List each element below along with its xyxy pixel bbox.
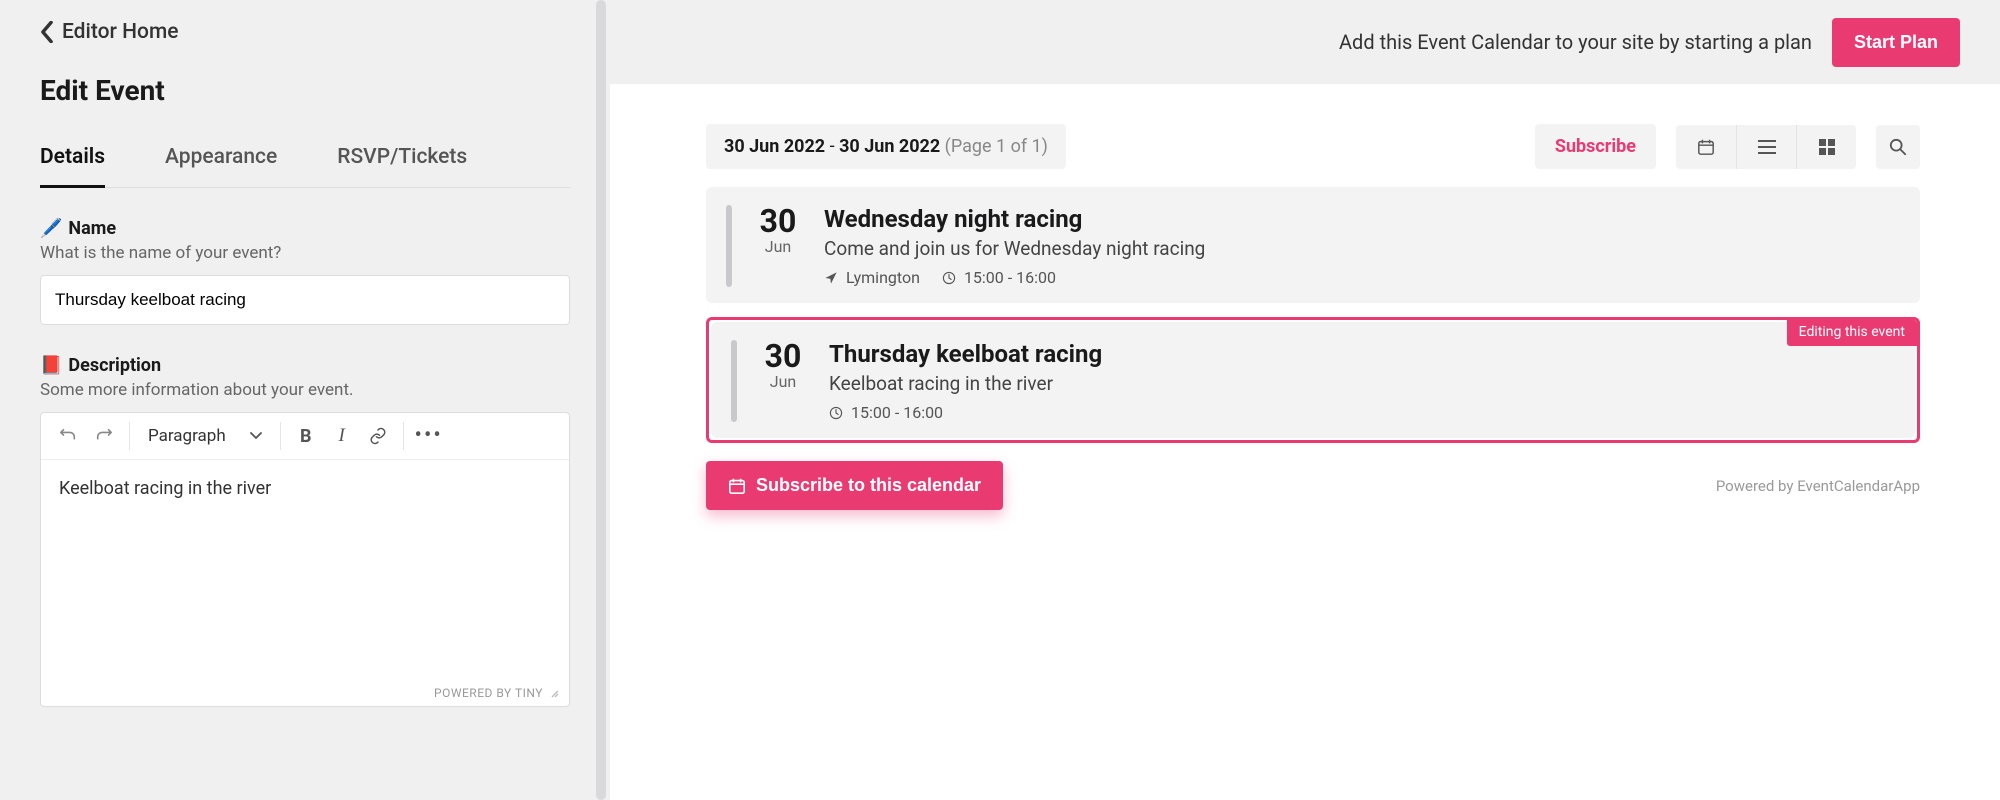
event-color-bar — [726, 205, 732, 287]
description-help: Some more information about your event. — [40, 380, 570, 400]
book-icon: 📕 — [40, 355, 62, 376]
event-location: Lymington — [824, 268, 920, 287]
calendar-view-button[interactable] — [1676, 125, 1736, 169]
name-input[interactable] — [40, 275, 570, 325]
page-info: (Page 1 of 1) — [945, 136, 1048, 157]
main-area: Add this Event Calendar to your site by … — [610, 0, 2000, 800]
pencil-icon: 🖊️ — [40, 218, 62, 239]
bold-button[interactable]: B — [289, 419, 323, 453]
date-range: 30 Jun 2022 - 30 Jun 2022 (Page 1 of 1) — [706, 124, 1066, 169]
resize-handle-icon[interactable] — [549, 688, 559, 698]
event-description: Come and join us for Wednesday night rac… — [824, 237, 1900, 260]
editor-sidebar: Editor Home Edit Event Details Appearanc… — [0, 0, 610, 800]
view-switcher — [1676, 125, 1856, 169]
name-label: Name — [68, 218, 116, 239]
event-time: 15:00 - 16:00 — [942, 268, 1056, 287]
tab-details[interactable]: Details — [40, 135, 105, 188]
back-to-editor-home[interactable]: Editor Home — [40, 20, 570, 44]
editor-toolbar: Paragraph B I ••• — [41, 413, 569, 460]
page-title: Edit Event — [40, 74, 570, 107]
tab-appearance[interactable]: Appearance — [165, 135, 277, 187]
location-icon — [824, 271, 838, 285]
event-description: Keelboat racing in the river — [829, 372, 1895, 395]
top-bar: Add this Event Calendar to your site by … — [610, 0, 2000, 84]
link-button[interactable] — [361, 419, 395, 453]
range-start: 30 Jun 2022 — [724, 136, 825, 157]
grid-view-button[interactable] — [1796, 125, 1856, 169]
event-date: 30 Jun — [763, 340, 803, 391]
event-date: 30 Jun — [758, 205, 798, 256]
list-view-button[interactable] — [1736, 125, 1796, 169]
event-title: Wednesday night racing — [824, 205, 1900, 233]
more-options-button[interactable]: ••• — [412, 419, 446, 453]
event-card[interactable]: 30 Jun Wednesday night racing Come and j… — [706, 187, 1920, 303]
subscribe-button[interactable]: Subscribe — [1535, 124, 1656, 169]
preview-controls: Subscribe — [1535, 124, 1920, 169]
calendar-preview: 30 Jun 2022 - 30 Jun 2022 (Page 1 of 1) … — [610, 84, 2000, 800]
paragraph-dropdown[interactable]: Paragraph — [138, 426, 272, 446]
name-help: What is the name of your event? — [40, 243, 570, 263]
tiny-credit: POWERED BY TINY — [434, 686, 543, 700]
field-description: 📕 Description Some more information abou… — [40, 355, 570, 707]
clock-icon — [942, 271, 956, 285]
event-color-bar — [731, 340, 737, 422]
field-name: 🖊️ Name What is the name of your event? — [40, 218, 570, 325]
redo-button[interactable] — [87, 419, 121, 453]
subscribe-calendar-button[interactable]: Subscribe to this calendar — [706, 461, 1003, 510]
start-plan-button[interactable]: Start Plan — [1832, 18, 1960, 67]
italic-button[interactable]: I — [325, 419, 359, 453]
chevron-down-icon — [250, 432, 262, 440]
promo-text: Add this Event Calendar to your site by … — [1339, 30, 1812, 54]
rich-text-editor: Paragraph B I ••• Keelboat racing in the… — [40, 412, 570, 707]
chevron-left-icon — [40, 21, 54, 43]
editing-badge: Editing this event — [1787, 320, 1917, 346]
event-title: Thursday keelboat racing — [829, 340, 1895, 368]
clock-icon — [829, 406, 843, 420]
paragraph-label: Paragraph — [148, 426, 226, 446]
powered-by: Powered by EventCalendarApp — [1716, 477, 1920, 495]
description-label: Description — [68, 355, 161, 376]
tab-rsvp[interactable]: RSVP/Tickets — [337, 135, 467, 187]
calendar-icon — [728, 477, 746, 495]
editor-tabs: Details Appearance RSVP/Tickets — [40, 135, 570, 188]
event-card-editing[interactable]: Editing this event 30 Jun Thursday keelb… — [706, 317, 1920, 443]
undo-button[interactable] — [51, 419, 85, 453]
search-button[interactable] — [1876, 125, 1920, 169]
range-end: 30 Jun 2022 — [839, 136, 940, 157]
description-textarea[interactable]: Keelboat racing in the river — [41, 460, 569, 680]
back-label: Editor Home — [62, 20, 179, 44]
event-time: 15:00 - 16:00 — [829, 403, 943, 422]
